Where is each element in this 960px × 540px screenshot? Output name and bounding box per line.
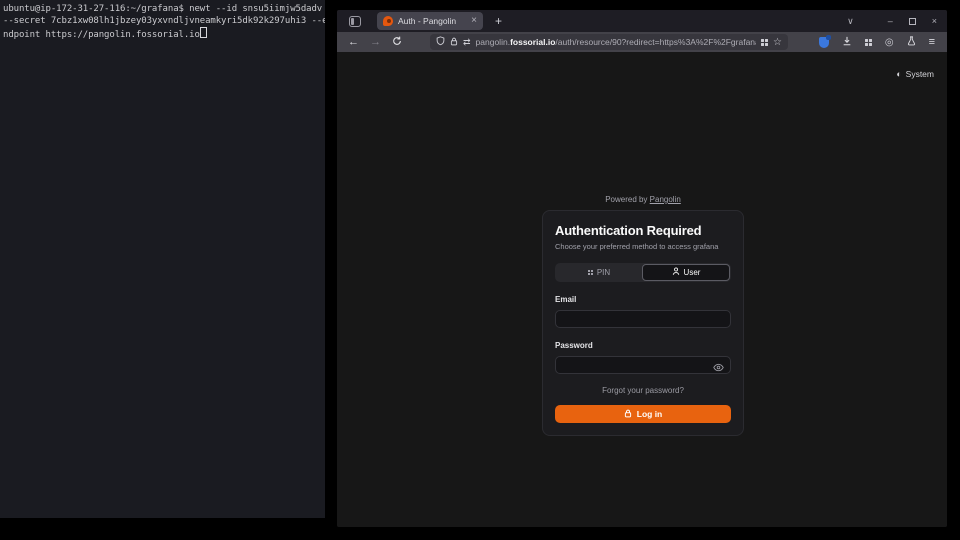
maximize-button[interactable] — [909, 18, 916, 25]
theme-toggle-button[interactable]: ◐ System — [896, 69, 934, 79]
browser-window: Auth - Pangolin × + ∨ – × ← → — [337, 10, 947, 527]
password-field[interactable] — [555, 356, 731, 374]
container-flask-icon[interactable] — [907, 33, 916, 51]
powered-by: Powered by Pangolin — [542, 195, 744, 204]
tab-title: Auth - Pangolin — [398, 16, 466, 26]
url-bar[interactable]: ⇄ pangolin.fossorial.io/auth/resource/90… — [430, 34, 788, 50]
reload-button[interactable] — [392, 36, 402, 49]
terminal-line-text: ndpoint https://pangolin.fossorial.io — [3, 30, 200, 40]
shortcuts-grid-icon[interactable] — [761, 39, 768, 46]
toolbar-extension-icons: ◎ ≡ — [819, 33, 935, 51]
minimize-button[interactable]: – — [888, 16, 893, 26]
permissions-swap-icon[interactable]: ⇄ — [463, 37, 471, 48]
window-controls: ∨ – × — [847, 16, 937, 27]
tab-close-icon[interactable]: × — [471, 16, 477, 26]
lock-icon[interactable] — [450, 33, 458, 51]
tab-pin-label: PIN — [597, 268, 610, 277]
tracking-shield-icon[interactable] — [436, 33, 445, 51]
terminal-cursor — [200, 27, 207, 38]
forgot-password-link[interactable]: Forgot your password? — [555, 386, 731, 395]
login-button[interactable]: Log in — [555, 405, 731, 423]
downloads-icon[interactable] — [842, 33, 852, 51]
account-circle-icon[interactable]: ◎ — [885, 37, 894, 48]
back-button[interactable]: ← — [348, 37, 359, 48]
terminal-window[interactable]: ubuntu@ip-172-31-27-116:~/grafana$ newt … — [0, 0, 325, 518]
tab-user[interactable]: User — [642, 264, 730, 281]
user-icon — [672, 267, 680, 278]
terminal-line: ndpoint https://pangolin.fossorial.io — [3, 27, 325, 42]
bookmark-star-icon[interactable]: ☆ — [773, 37, 782, 48]
card-title: Authentication Required — [555, 223, 731, 238]
pangolin-favicon-icon — [383, 16, 393, 26]
auth-card: Authentication Required Choose your pref… — [542, 210, 744, 436]
theme-toggle-label: System — [906, 69, 934, 79]
login-button-label: Log in — [637, 409, 663, 419]
pin-keypad-icon — [588, 270, 593, 275]
tab-auth-pangolin[interactable]: Auth - Pangolin × — [377, 12, 483, 30]
browser-toolbar: ← → ⇄ pangolin.fossorial.io/auth/resourc… — [337, 32, 947, 52]
tab-pin[interactable]: PIN — [556, 264, 642, 281]
email-label: Email — [555, 295, 731, 304]
powered-by-text: Powered by — [605, 195, 647, 204]
close-button[interactable]: × — [932, 16, 937, 26]
login-lock-icon — [624, 409, 632, 420]
list-tabs-icon[interactable]: ∨ — [847, 16, 854, 27]
password-label: Password — [555, 341, 731, 350]
desktop: ubuntu@ip-172-31-27-116:~/grafana$ newt … — [0, 0, 960, 540]
auth-method-tabs: PIN User — [555, 263, 731, 282]
email-field[interactable] — [555, 310, 731, 328]
pangolin-link[interactable]: Pangolin — [650, 195, 681, 204]
card-subtitle: Choose your preferred method to access g… — [555, 242, 731, 251]
ublock-shield-icon[interactable] — [819, 37, 829, 48]
terminal-line: ubuntu@ip-172-31-27-116:~/grafana$ newt … — [3, 4, 325, 16]
show-password-eye-icon[interactable] — [713, 359, 724, 377]
terminal-line: --secret 7cbz1xw08lh1jbzey03yxvndljvneam… — [3, 16, 325, 28]
url-text[interactable]: pangolin.fossorial.io/auth/resource/90?r… — [476, 37, 756, 47]
auth-page: ◐ System Powered by Pangolin Authenticat… — [337, 52, 947, 527]
tab-user-label: User — [684, 268, 701, 277]
extensions-icon[interactable] — [865, 39, 872, 46]
menu-hamburger-icon[interactable]: ≡ — [929, 36, 935, 48]
forward-button[interactable]: → — [370, 37, 381, 48]
browser-tab-bar: Auth - Pangolin × + ∨ – × — [337, 10, 947, 32]
theme-sun-moon-icon: ◐ — [896, 69, 901, 79]
firefox-view-icon[interactable] — [349, 16, 361, 27]
auth-column: Powered by Pangolin Authentication Requi… — [542, 195, 744, 436]
new-tab-button[interactable]: + — [495, 14, 502, 28]
